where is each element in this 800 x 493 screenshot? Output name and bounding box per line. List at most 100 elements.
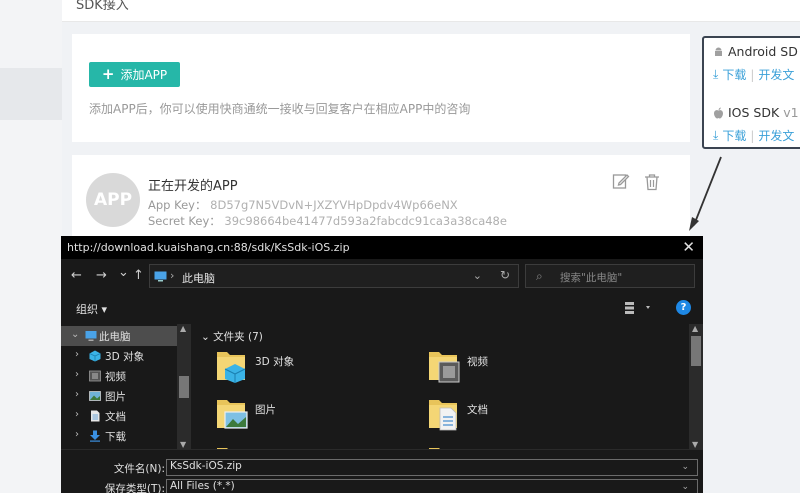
add-app-button[interactable]: + 添加APP (89, 62, 180, 87)
filetype-select[interactable]: All Files (*.*) ⌄ (166, 479, 698, 493)
scroll-down-icon[interactable]: ▼ (692, 440, 698, 449)
apple-icon (714, 107, 723, 118)
android-docs-link[interactable]: 开发文 (758, 66, 794, 83)
ios-sdk-version: v1 (783, 105, 799, 120)
3d-objects-folder-icon (217, 352, 246, 383)
address-dropdown-icon[interactable]: ⌄ (473, 269, 482, 282)
this-pc-icon (154, 271, 167, 282)
filename-label: 文件名(N): (113, 463, 165, 475)
folders-group-header[interactable]: ⌄ 文件夹 (7) (201, 329, 263, 344)
folder-view-scrollbar[interactable]: ▲ ▼ (689, 324, 703, 449)
android-icon (715, 47, 722, 56)
search-box[interactable]: ⌕ 搜索"此电脑" (525, 264, 695, 288)
tree-item-pictures[interactable]: › 图片 (61, 386, 177, 406)
folder-view-scrollbar-thumb[interactable] (691, 336, 701, 366)
documents-folder-icon (429, 400, 457, 431)
tree-scrollbar-thumb[interactable] (179, 376, 189, 398)
view-options-icon[interactable] (624, 301, 654, 315)
chevron-right-icon[interactable]: › (75, 409, 79, 420)
chevron-down-icon[interactable]: ⌄ (681, 462, 689, 472)
scroll-down-icon[interactable]: ▼ (180, 440, 186, 449)
tree-label: 图片 (105, 391, 126, 403)
tree-label: 文档 (105, 411, 126, 423)
tree-label: 3D 对象 (105, 351, 145, 363)
tree-scrollbar[interactable]: ▲ ▼ (177, 324, 191, 449)
this-pc-icon (85, 331, 97, 341)
ios-sdk-links: ⤓ 下载 | 开发文 (713, 127, 794, 144)
annotation-arrow (689, 156, 722, 231)
tree-item-videos[interactable]: › 视频 (61, 366, 177, 386)
app-key-value: 8D57g7N5VDvN+JXZYVHpDpdv4Wp66eNX (210, 198, 458, 212)
dialog-nav-bar: ← → ⌄ ↑ › 此电脑 ⌄ ↻ ⌕ 搜索"此电脑" (61, 259, 703, 293)
folder-documents[interactable]: 文档 (427, 396, 627, 436)
ios-sdk-label: IOS SDK (728, 105, 780, 120)
tree-label: 此电脑 (99, 331, 131, 343)
ios-download-link[interactable]: 下载 (722, 127, 746, 144)
navigation-tree: ⌄ 此电脑 › 3D 对象 › 视频 › 图片 › 文档 › 下载 (61, 324, 191, 449)
add-app-hint: 添加APP后，你可以使用快商通统一接收与回复客户在相应APP中的咨询 (89, 102, 471, 116)
search-placeholder: 搜索"此电脑" (560, 272, 623, 284)
folder-3d-objects[interactable]: 3D 对象 (215, 348, 415, 388)
chevron-right-icon[interactable]: › (75, 369, 79, 380)
android-sdk-title: Android SD (713, 44, 798, 59)
3d-objects-icon (89, 350, 101, 362)
back-arrow-icon[interactable]: ← (71, 268, 82, 283)
breadcrumb-location[interactable]: 此电脑 (182, 270, 215, 286)
recent-locations-icon[interactable]: ⌄ (118, 265, 129, 280)
chevron-right-icon[interactable]: › (75, 429, 79, 440)
dialog-title-url: http://download.kuaishang.cn:88/sdk/KsSd… (67, 241, 350, 254)
download-icon: ⤓ (713, 67, 719, 81)
folder-label: 视频 (467, 356, 488, 368)
scroll-up-icon[interactable]: ▲ (180, 324, 186, 333)
link-separator: | (750, 128, 755, 143)
tree-item-documents[interactable]: › 文档 (61, 406, 177, 426)
trash-icon[interactable] (643, 173, 661, 191)
organize-menu[interactable]: 组织 ▾ (76, 301, 107, 317)
folder-videos[interactable]: 视频 (427, 348, 627, 388)
forward-arrow-icon[interactable]: → (96, 268, 107, 283)
app-card: APP 正在开发的APP App Key： 8D57g7N5VDvN+JXZYV… (72, 155, 690, 245)
ios-sdk-title: IOS SDK v1 (713, 105, 799, 120)
refresh-icon[interactable]: ↻ (500, 268, 510, 282)
link-separator: | (750, 67, 755, 82)
add-app-card: + 添加APP 添加APP后，你可以使用快商通统一接收与回复客户在相应APP中的… (72, 34, 690, 142)
app-key-label: App Key： (148, 198, 207, 212)
close-icon[interactable]: ✕ (682, 238, 695, 256)
help-icon[interactable]: ? (676, 300, 691, 315)
chevron-down-icon[interactable]: ⌄ (71, 329, 79, 340)
chevron-right-icon[interactable]: › (75, 389, 79, 400)
chevron-down-icon[interactable]: ⌄ (681, 482, 689, 492)
folder-pictures[interactable]: 图片 (215, 396, 415, 436)
tree-item-this-pc[interactable]: ⌄ 此电脑 (61, 326, 177, 346)
filename-input[interactable]: KsSdk-iOS.zip ⌄ (166, 459, 698, 476)
dialog-file-fields: 文件名(N): KsSdk-iOS.zip ⌄ 保存类型(T): All Fil… (61, 449, 703, 493)
downloads-icon (90, 430, 100, 442)
search-icon: ⌕ (536, 269, 543, 283)
download-icon: ⤓ (713, 128, 719, 142)
sdk-download-panel: Android SD ⤓ 下载 | 开发文 IOS SDK v1 ⤓ 下载 | … (702, 36, 800, 149)
app-avatar: APP (86, 173, 140, 227)
ios-docs-link[interactable]: 开发文 (758, 127, 794, 144)
android-sdk-links: ⤓ 下载 | 开发文 (713, 66, 794, 83)
android-sdk-label: Android SD (728, 44, 798, 59)
tree-item-downloads[interactable]: › 下载 (61, 426, 177, 446)
filename-value: KsSdk-iOS.zip (170, 460, 242, 472)
page-header: SDK接入 (62, 0, 800, 22)
save-file-dialog: http://download.kuaishang.cn:88/sdk/KsSd… (61, 236, 703, 493)
android-download-link[interactable]: 下载 (722, 66, 746, 83)
tree-label: 下载 (105, 431, 126, 443)
app-name: 正在开发的APP (148, 179, 238, 194)
address-bar[interactable]: › 此电脑 ⌄ ↻ (149, 264, 519, 288)
scroll-up-icon[interactable]: ▲ (692, 324, 698, 333)
documents-icon (91, 410, 100, 422)
filetype-value: All Files (*.*) (170, 480, 235, 492)
tree-item-3d-objects[interactable]: › 3D 对象 (61, 346, 177, 366)
videos-icon (89, 370, 101, 382)
chevron-right-icon[interactable]: › (75, 349, 79, 360)
tree-label: 视频 (105, 371, 126, 383)
page-title: SDK接入 (76, 0, 129, 13)
left-nav (0, 0, 62, 493)
up-arrow-icon[interactable]: ↑ (133, 268, 144, 283)
edit-icon[interactable] (612, 172, 630, 190)
left-nav-selected[interactable] (0, 68, 62, 120)
